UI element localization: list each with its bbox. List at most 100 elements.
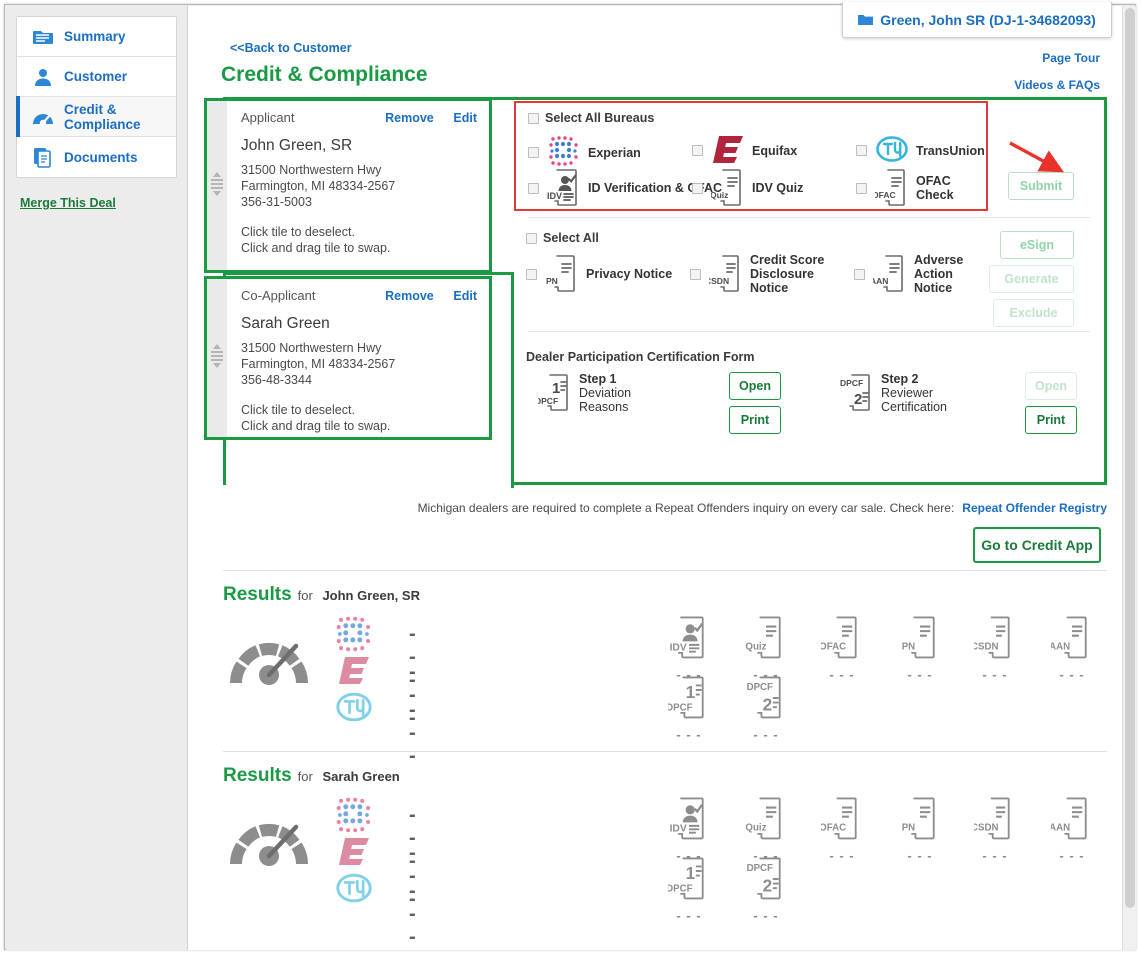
co-applicant-edit-link[interactable]: Edit	[453, 289, 477, 303]
select-all-documents[interactable]: Select All	[526, 231, 599, 245]
bureau-label-idv-quiz: IDV Quiz	[752, 181, 804, 195]
select-all-documents-label: Select All	[543, 231, 599, 245]
bureau-option-idv-quiz[interactable]: Quiz IDV Quiz	[692, 167, 803, 209]
exclude-button[interactable]: Exclude	[993, 299, 1074, 327]
equifax-logo	[337, 654, 371, 689]
result-doc-dpcf1[interactable]: 1 DPCF - - -	[661, 674, 717, 742]
applicant-address-line2: Farmington, MI 48334-2567	[241, 179, 396, 193]
scrollbar-thumb[interactable]	[1125, 8, 1135, 908]
svg-text:CSDN: CSDN	[709, 276, 729, 286]
co-applicant-role-label: Co-Applicant	[241, 288, 316, 303]
svg-text:CSDN: CSDN	[974, 641, 999, 652]
sidebar-item-credit-compliance[interactable]: Credit & Compliance	[16, 96, 176, 137]
result-doc-idv[interactable]: IDV - - -	[661, 795, 717, 863]
result-doc-dpcf1[interactable]: 1 DPCF - - -	[661, 855, 717, 923]
generate-button[interactable]: Generate	[989, 265, 1074, 293]
merge-this-deal-link[interactable]: Merge This Deal	[20, 196, 187, 210]
dpcf-step2[interactable]: DPCF 2 Step 2 Reviewer Certification	[840, 372, 947, 414]
sidebar-item-documents[interactable]: Documents	[17, 137, 176, 177]
result-doc-csdn[interactable]: CSDN - - -	[967, 795, 1023, 863]
result-doc-ofac[interactable]: OFAC - - -	[814, 795, 870, 863]
document-option-adverse-action[interactable]: AAN Adverse Action Notice	[854, 253, 992, 295]
document-label-privacy-notice: Privacy Notice	[586, 267, 673, 281]
co-applicant-tile-body: Co-Applicant Remove Edit Sarah Green 315…	[227, 279, 489, 437]
dpcf-step2-title: Step 2	[881, 372, 919, 386]
co-applicant-tile-drag-handle[interactable]	[207, 279, 227, 437]
sidebar-item-label: Credit & Compliance	[64, 101, 141, 132]
vertical-scrollbar[interactable]	[1122, 6, 1136, 950]
videos-faqs-link[interactable]: Videos & FAQs	[1014, 78, 1100, 92]
dpcf-step2-open-button[interactable]: Open	[1025, 372, 1077, 400]
quiz-document-icon: Quiz	[745, 616, 781, 659]
applicant-hint-line2: Click and drag tile to swap.	[241, 241, 391, 255]
result-doc-dpcf2[interactable]: DPCF 2 - - -	[738, 674, 794, 742]
result-doc-csdn[interactable]: CSDN - - -	[967, 614, 1023, 682]
privacy-notice-checkbox[interactable]	[526, 268, 537, 280]
idv-document-icon: IDV	[670, 616, 704, 659]
go-to-credit-app-button[interactable]: Go to Credit App	[973, 527, 1101, 563]
applicant-tile[interactable]: Applicant Remove Edit John Green, SR 315…	[204, 98, 492, 273]
grip-marks-icon	[211, 171, 223, 196]
quiz-document-icon: Quiz	[711, 167, 745, 209]
select-all-bureaus[interactable]: Select All Bureaus	[528, 111, 654, 125]
adverse-action-checkbox[interactable]	[854, 268, 865, 280]
svg-text:1: 1	[552, 380, 560, 397]
applicant-tile-drag-handle[interactable]	[207, 101, 227, 270]
bureau-option-experian[interactable]: Experian	[528, 134, 641, 171]
sidebar-item-summary[interactable]: Summary	[17, 17, 176, 57]
result-doc-pn[interactable]: PN - - -	[892, 795, 948, 863]
esign-button[interactable]: eSign	[1000, 231, 1074, 259]
person-icon	[31, 66, 55, 88]
bureau-label-equifax: Equifax	[752, 143, 798, 158]
repeat-offender-note: Michigan dealers are required to complet…	[223, 501, 1107, 515]
result-doc-dpcf2[interactable]: DPCF 2 - - -	[738, 855, 794, 923]
repeat-offender-registry-link[interactable]: Repeat Offender Registry	[962, 501, 1107, 515]
equifax-checkbox[interactable]	[692, 145, 703, 156]
co-applicant-tile[interactable]: Co-Applicant Remove Edit Sarah Green 315…	[204, 276, 492, 440]
idv-document-icon: IDV	[670, 797, 704, 840]
transunion-logo	[335, 690, 373, 727]
transunion-checkbox[interactable]	[856, 145, 867, 156]
applicant-edit-link[interactable]: Edit	[453, 111, 477, 125]
customer-deal-tab-label: Green, John SR (DJ-1-34682093)	[880, 11, 1096, 28]
result-doc-ofac[interactable]: OFAC - - -	[814, 614, 870, 682]
idv-quiz-checkbox[interactable]	[692, 182, 703, 194]
experian-checkbox[interactable]	[528, 147, 539, 158]
select-all-bureaus-checkbox[interactable]	[528, 113, 539, 125]
dpcf-step1-open-button[interactable]: Open	[729, 372, 781, 400]
repeat-offender-note-text: Michigan dealers are required to complet…	[417, 501, 955, 515]
ofac-check-checkbox[interactable]	[856, 182, 867, 194]
page-tour-link[interactable]: Page Tour	[1042, 51, 1100, 65]
dpcf-step1-print-button[interactable]: Print	[729, 406, 781, 434]
results-subject: John Green, SR	[322, 588, 420, 603]
id-verification-checkbox[interactable]	[528, 182, 539, 194]
co-applicant-remove-link[interactable]: Remove	[385, 289, 434, 303]
bureau-option-transunion[interactable]: TransUnion	[856, 134, 985, 167]
transunion-logo	[335, 871, 373, 908]
document-option-privacy-notice[interactable]: PN Privacy Notice	[526, 253, 672, 295]
result-doc-aan[interactable]: AAN - - -	[1044, 614, 1100, 682]
document-option-credit-score-disclosure[interactable]: CSDN Credit Score Disclosure Notice	[690, 253, 836, 295]
result-doc-quiz[interactable]: Quiz - - -	[738, 614, 794, 682]
svg-text:DPCF: DPCF	[840, 378, 863, 388]
co-applicant-tile-hint: Click tile to deselect. Click and drag t…	[241, 402, 477, 434]
bureau-option-equifax[interactable]: Equifax	[692, 134, 797, 167]
page-title: Credit & Compliance	[221, 63, 428, 86]
bureau-option-ofac-check[interactable]: OFAC OFAC Check	[856, 167, 986, 209]
svg-text:Quiz: Quiz	[711, 190, 728, 200]
result-doc-idv[interactable]: IDV - - -	[661, 614, 717, 682]
dpcf-step1[interactable]: 1 DPCF Step 1 Deviation Reasons	[538, 372, 631, 414]
customer-deal-tab[interactable]: Green, John SR (DJ-1-34682093)	[842, 2, 1112, 38]
svg-text:AAN: AAN	[873, 276, 888, 286]
dpcf-step2-print-button[interactable]: Print	[1025, 406, 1077, 434]
experian-logo	[547, 134, 581, 171]
back-to-customer-link[interactable]: <<Back to Customer	[230, 41, 352, 55]
result-doc-pn[interactable]: PN - - -	[892, 614, 948, 682]
result-doc-aan[interactable]: AAN - - -	[1044, 795, 1100, 863]
sidebar-item-customer[interactable]: Customer	[17, 57, 176, 97]
sidebar: Summary Customer Credit & Compliance Doc…	[6, 6, 187, 950]
select-all-documents-checkbox[interactable]	[526, 233, 537, 245]
result-doc-quiz[interactable]: Quiz - - -	[738, 795, 794, 863]
applicant-remove-link[interactable]: Remove	[385, 111, 434, 125]
credit-score-disclosure-checkbox[interactable]	[690, 268, 701, 280]
